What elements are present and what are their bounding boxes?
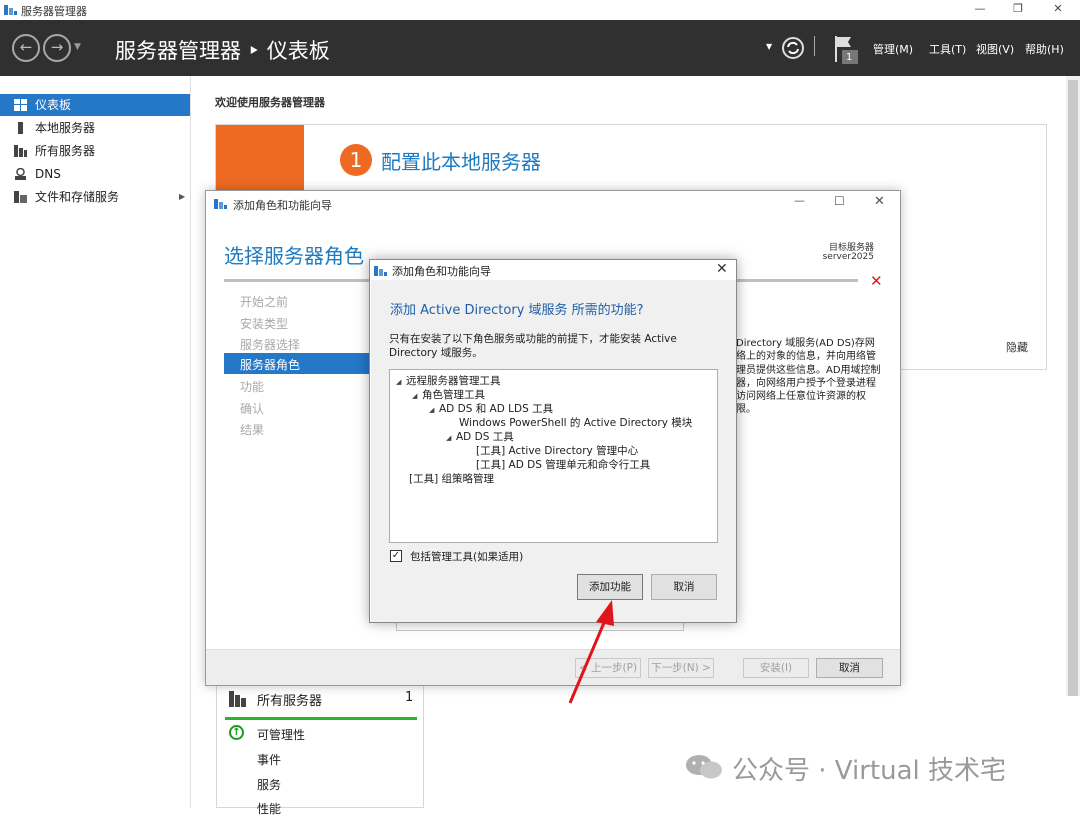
sidebar-item-all-servers[interactable]: 所有服务器 — [0, 140, 190, 162]
dialog-app-icon — [374, 266, 387, 276]
dialog-description: 只有在安装了以下角色服务或功能的前提下，才能安装 Active Director… — [389, 333, 677, 359]
tile-row-performance[interactable]: 性能 — [257, 800, 281, 817]
welcome-title: 欢迎使用服务器管理器 — [215, 96, 325, 109]
scrollbar-thumb[interactable] — [1068, 80, 1078, 696]
sidebar-item-label: 仪表板 — [35, 98, 72, 112]
collapse-arrow-icon[interactable]: ◢ — [412, 392, 422, 400]
separator — [814, 36, 815, 56]
breadcrumb: 服务器管理器 ‣ 仪表板 — [115, 39, 330, 63]
window-titlebar: 服务器管理器 — ❐ ✕ — [0, 0, 1080, 20]
tree-item[interactable]: Windows PowerShell 的 Active Directory 模块 — [459, 415, 692, 430]
wizard-cancel-button[interactable]: 取消 — [816, 658, 883, 678]
dropdown-icon[interactable]: ▼ — [766, 42, 772, 51]
menu-help[interactable]: 帮助(H) — [1025, 41, 1064, 57]
history-dropdown-icon[interactable]: ▼ — [74, 42, 81, 52]
sidebar-item-dashboard[interactable]: 仪表板 — [0, 94, 190, 116]
wizard-heading: 选择服务器角色 — [224, 244, 364, 268]
tree-item[interactable]: ◢ AD DS 和 AD LDS 工具 — [429, 401, 553, 416]
tree-item[interactable]: [工具] 组策略管理 — [409, 471, 494, 486]
step-confirm[interactable]: 确认 — [240, 400, 264, 417]
sidebar-item-label: DNS — [35, 167, 61, 181]
dialog-heading: 添加 Active Directory 域服务 所需的功能? — [390, 303, 644, 318]
storage-icon — [14, 191, 27, 203]
header-bar: ← → ▼ 服务器管理器 ‣ 仪表板 ▼ 1 管理(M) 工具(T) 视图(V)… — [0, 20, 1080, 76]
watermark-text: 公众号 · Virtual 技术宅 — [732, 756, 1007, 786]
step-install-type[interactable]: 安装类型 — [240, 315, 288, 332]
menu-manage[interactable]: 管理(M) — [873, 41, 913, 57]
wizard-title: 添加角色和功能向导 — [233, 199, 332, 212]
sidebar-item-dns[interactable]: DNS — [0, 163, 190, 185]
quick-start-banner — [216, 125, 304, 195]
servers-icon — [14, 145, 27, 157]
wechat-icon — [686, 755, 722, 779]
include-tools-label[interactable]: 包括管理工具(如果适用) — [410, 549, 523, 564]
tile-count: 1 — [405, 690, 414, 705]
wizard-app-icon — [214, 199, 227, 209]
refresh-icon[interactable] — [781, 36, 805, 60]
error-x-icon: ✕ — [870, 272, 883, 290]
tree-item[interactable]: ◢ 远程服务器管理工具 — [396, 373, 501, 388]
tile-title: 所有服务器 — [257, 694, 323, 709]
tree-item[interactable]: [工具] Active Directory 管理中心 — [476, 443, 638, 458]
servers-icon — [229, 691, 246, 707]
minimize-button[interactable]: — — [960, 0, 1000, 20]
next-button[interactable]: 下一步(N) > — [648, 658, 714, 678]
manageability-ok-icon: ↑ — [229, 725, 244, 740]
tree-item[interactable]: ◢ 角色管理工具 — [412, 387, 485, 402]
menu-view[interactable]: 视图(V) — [976, 41, 1014, 57]
status-bar — [225, 717, 417, 720]
window-title: 服务器管理器 — [21, 5, 87, 18]
collapse-arrow-icon[interactable]: ◢ — [396, 378, 406, 386]
required-features-dialog: 添加角色和功能向导 ✕ 添加 Active Directory 域服务 所需的功… — [369, 259, 737, 623]
server-manager-icon — [4, 5, 17, 15]
all-servers-tile[interactable]: 所有服务器 1 ↑ 可管理性 事件 服务 性能 — [216, 680, 424, 816]
dashboard-icon — [14, 99, 27, 111]
tree-item[interactable]: ◢ AD DS 工具 — [446, 429, 514, 444]
include-tools-checkbox[interactable]: ✓ — [390, 550, 402, 562]
forward-arrow-icon[interactable]: → — [43, 34, 71, 62]
hide-link[interactable]: 隐藏 — [1006, 339, 1028, 355]
close-icon[interactable]: ✕ — [716, 261, 728, 277]
step-number-badge: 1 — [340, 144, 372, 176]
collapse-arrow-icon[interactable]: ◢ — [446, 434, 456, 442]
step-features[interactable]: 功能 — [240, 378, 264, 395]
dns-icon — [15, 168, 26, 180]
target-server-value: server2025 — [822, 252, 874, 262]
tree-item[interactable]: [工具] AD DS 管理单元和命令行工具 — [476, 457, 650, 472]
step-server-selection[interactable]: 服务器选择 — [240, 336, 300, 353]
collapse-arrow-icon[interactable]: ◢ — [429, 406, 439, 414]
close-button[interactable]: ✕ — [1038, 0, 1078, 20]
configure-local-server-link[interactable]: 配置此本地服务器 — [381, 146, 541, 175]
role-description: Directory 域服务(AD DS)存网络上的对象的信息，并向用络管理员提供… — [736, 338, 881, 416]
wizard-titlebar: 添加角色和功能向导 — ☐ ✕ — [206, 191, 900, 217]
sidebar-item-label: 文件和存储服务 — [35, 190, 120, 204]
close-icon[interactable]: ✕ — [874, 194, 885, 209]
menu-tools[interactable]: 工具(T) — [929, 41, 966, 57]
back-arrow-icon[interactable]: ← — [12, 34, 40, 62]
minimize-icon[interactable]: — — [794, 194, 805, 207]
wizard-footer: < 上一步(P) 下一步(N) > 安装(I) 取消 — [206, 649, 900, 685]
sidebar-item-label: 所有服务器 — [35, 144, 96, 158]
sidebar-item-local-server[interactable]: 本地服务器 — [0, 117, 190, 139]
install-button[interactable]: 安装(I) — [743, 658, 809, 678]
tile-row-services[interactable]: 服务 — [257, 776, 281, 793]
server-icon — [18, 122, 23, 134]
features-tree[interactable]: ◢ 远程服务器管理工具 ◢ 角色管理工具 ◢ AD DS 和 AD LDS 工具 Wi… — [389, 369, 718, 543]
restore-button[interactable]: ❐ — [998, 0, 1038, 20]
step-server-roles[interactable]: 服务器角色 — [224, 353, 374, 374]
tile-row-manageability[interactable]: 可管理性 — [257, 726, 305, 743]
dialog-cancel-button[interactable]: 取消 — [651, 574, 717, 600]
maximize-icon[interactable]: ☐ — [834, 194, 845, 208]
sidebar: 仪表板 本地服务器 所有服务器 DNS 文件和存储服务 ▶ — [0, 76, 191, 808]
add-features-button[interactable]: 添加功能 — [577, 574, 643, 600]
annotation-arrow-icon — [568, 600, 614, 704]
notification-count: 1 — [846, 52, 853, 63]
tile-row-events[interactable]: 事件 — [257, 751, 281, 768]
sidebar-item-file-storage[interactable]: 文件和存储服务 ▶ — [0, 186, 190, 208]
chevron-right-icon[interactable]: ▶ — [179, 186, 185, 208]
step-results[interactable]: 结果 — [240, 421, 264, 438]
sidebar-item-label: 本地服务器 — [35, 121, 96, 135]
dialog-title: 添加角色和功能向导 — [392, 265, 491, 278]
step-before-you-begin[interactable]: 开始之前 — [240, 293, 288, 310]
